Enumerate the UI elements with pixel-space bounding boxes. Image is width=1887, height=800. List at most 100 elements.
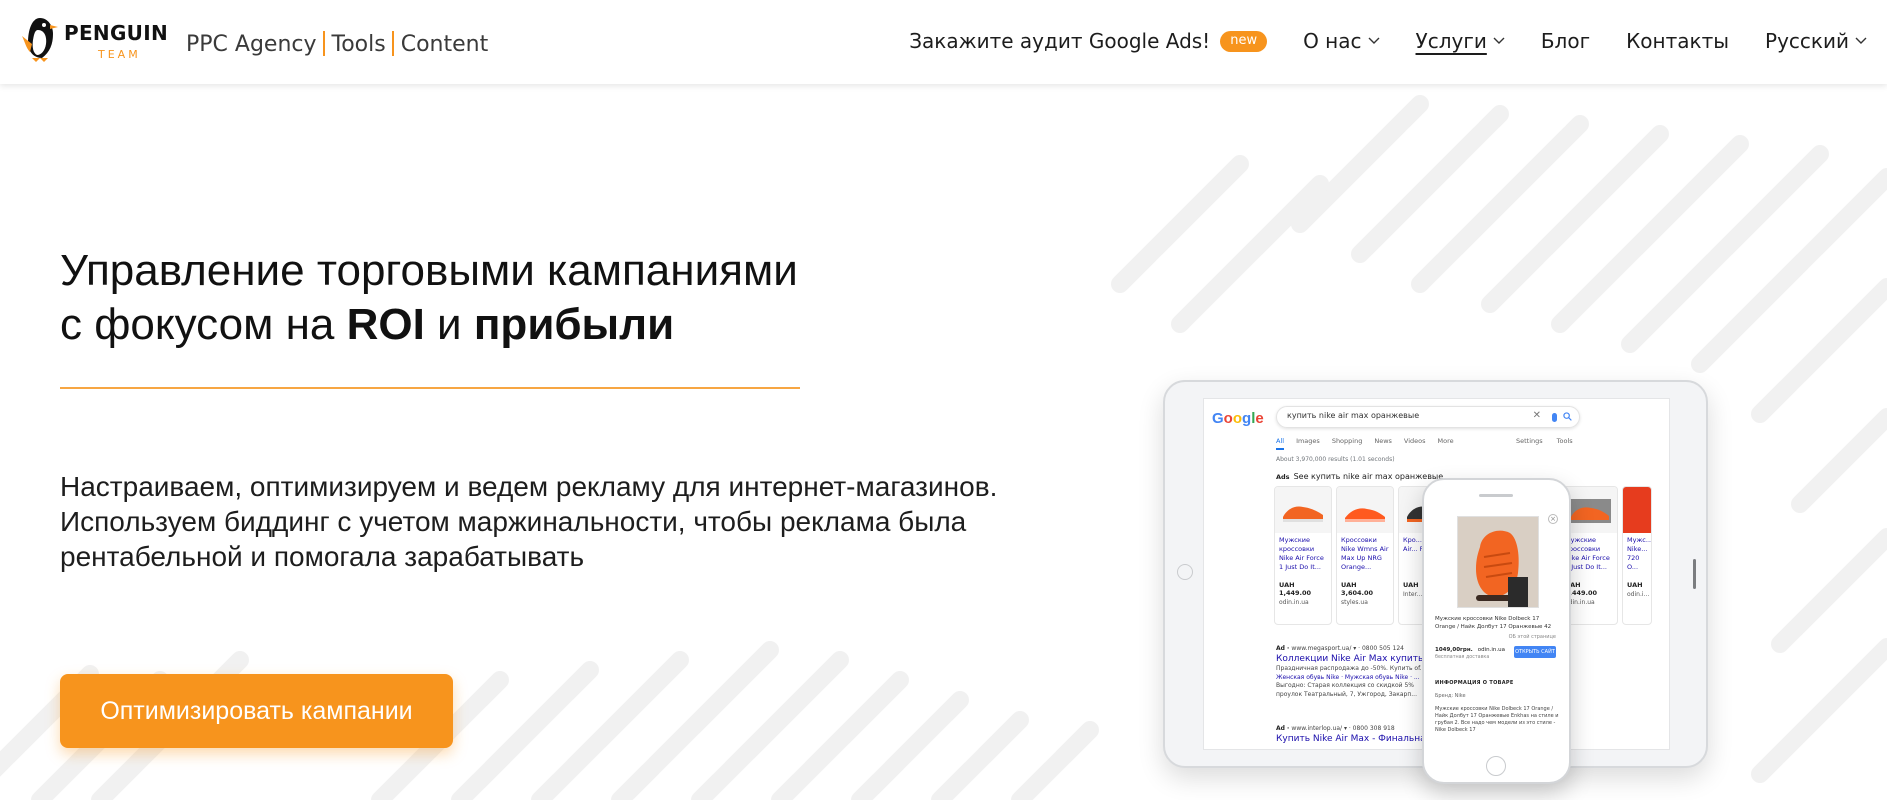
ad-phone: 0800 505 124: [1361, 645, 1404, 652]
product-title: Кроссовки Nike Wmns Air Max Up NRG Orang…: [1341, 536, 1389, 571]
nav-about[interactable]: О нас: [1303, 29, 1380, 53]
google-search-query: купить nike air max оранжевые: [1287, 411, 1420, 420]
hero-title-line1: Управление торговыми кампаниями: [60, 246, 798, 295]
product-detail-card: × Мужские кроссовки Nike Dolbeck 17 Oran…: [1433, 504, 1560, 674]
phone-price: 1049,00грн.: [1435, 647, 1473, 653]
search-icon: [1563, 412, 1572, 421]
product-title: Мужс... Nike... 720 O...: [1627, 536, 1651, 571]
hero-desc-line3: рентабельной и помогала зарабатывать: [60, 541, 585, 572]
phone-home-button: [1486, 756, 1506, 776]
hero-title-mid: и: [424, 300, 474, 349]
nav-services[interactable]: Услуги: [1416, 29, 1505, 53]
phone-product-info: ИНФОРМАЦИЯ О ТОВАРЕ Бренд: Nike Мужские …: [1435, 680, 1561, 734]
google-tab: More: [1437, 437, 1454, 445]
tablet-side-button: [1693, 559, 1696, 589]
product-image: [1275, 487, 1331, 533]
sneaker-icon: [1567, 499, 1611, 523]
site-header: PENGUIN TEAM PPC Agency Tools Content Зака…: [0, 0, 1887, 84]
product-card: Мужские кроссовки Nike Air Force 1 Just …: [1274, 486, 1332, 625]
ad-url: www.interlop.ua/: [1291, 725, 1343, 732]
google-tab: Videos: [1403, 437, 1426, 445]
orange-sneaker-icon: [1458, 517, 1538, 607]
hero-desc-line2: Используем биддинг с учетом маржинальнос…: [60, 506, 967, 537]
ad-phone: 0800 308 918: [1352, 725, 1395, 732]
nav-contacts[interactable]: Контакты: [1626, 29, 1729, 53]
hero-title: Управление торговыми кампаниями с фокусо…: [60, 244, 960, 352]
phone-mockup: × Мужские кроссовки Nike Dolbeck 17 Oran…: [1422, 478, 1571, 784]
google-results-count: About 3,970,000 results (1.01 seconds): [1276, 456, 1395, 463]
ads-label: Ads: [1276, 473, 1290, 481]
nav-blog-label: Блог: [1540, 29, 1591, 53]
product-shop: odin.i...: [1627, 591, 1650, 598]
language-label: Русский: [1765, 29, 1849, 53]
link-content[interactable]: Content: [401, 32, 489, 57]
nav-blog[interactable]: Блог: [1541, 29, 1590, 53]
link-separator: [322, 31, 325, 56]
penguin-team-logo[interactable]: PENGUIN TEAM: [20, 14, 172, 64]
phone-shop: odin.in.ua: [1477, 647, 1506, 653]
product-title: Мужские кроссовки Nike Air Force 1 Just …: [1279, 536, 1324, 571]
product-photo: [1457, 516, 1539, 608]
hero-divider: [60, 387, 800, 389]
phone-info-text: Мужские кроссовки Nike Dolbeck 17 Orange…: [1435, 706, 1559, 733]
google-tabs: All Images Shopping News Videos More: [1276, 437, 1466, 450]
nav-audit-label: Закажите аудит Google Ads!: [909, 29, 1211, 53]
clear-icon: ✕: [1532, 410, 1541, 421]
optimize-campaigns-button[interactable]: Оптимизировать кампании: [60, 674, 453, 748]
product-card: Кроссовки Nike Wmns Air Max Up NRG Orang…: [1336, 486, 1394, 625]
product-image: [1623, 487, 1651, 533]
google-search-box: купить nike air max оранжевые ✕: [1276, 406, 1580, 428]
product-shop: styles.ua: [1341, 599, 1368, 606]
hero-title-line2-prefix: с фокусом на: [60, 300, 347, 349]
chevron-down-icon: [1855, 37, 1867, 44]
product-image: [1337, 487, 1393, 533]
chevron-down-icon: [1368, 37, 1380, 44]
phone-about-page: ОБ этой странице: [1508, 634, 1556, 640]
phone-speaker: [1479, 494, 1513, 497]
hero-desc-line1: Настраиваем, оптимизируем и ведем реклам…: [60, 471, 998, 502]
language-selector[interactable]: Русский: [1765, 29, 1867, 53]
link-ppc-agency[interactable]: PPC Agency: [186, 32, 317, 57]
tablet-home-button: [1177, 564, 1193, 580]
hero-description: Настраиваем, оптимизируем и ведем реклам…: [60, 469, 1110, 574]
new-badge: new: [1220, 30, 1268, 52]
link-separator: [391, 31, 394, 56]
phone-info-brand: Бренд: Nike: [1435, 693, 1466, 699]
nav-services-label: Услуги: [1415, 29, 1487, 53]
hero-title-profit: прибыли: [473, 300, 675, 349]
link-tools[interactable]: Tools: [332, 32, 386, 57]
penguin-logo-icon: [22, 18, 58, 62]
phone-price-note: бесплатная доставка: [1435, 655, 1490, 660]
product-price: UAH: [1627, 581, 1643, 589]
phone-info-heading: ИНФОРМАЦИЯ О ТОВАРЕ: [1435, 680, 1514, 686]
microphone-icon: [1552, 413, 1557, 422]
google-tab: Images: [1296, 437, 1320, 445]
nav-about-label: О нас: [1303, 29, 1362, 53]
google-tab-tools: Tools: [1556, 437, 1573, 445]
phone-open-site-button: ОТКРЫТЬ САЙТ: [1514, 646, 1556, 658]
main-nav: Закажите аудит Google Ads! new О нас Усл…: [909, 29, 1867, 53]
product-price: UAH 1,449.00: [1279, 581, 1312, 597]
product-card: Мужс... Nike... 720 O... UAH odin.i...: [1622, 486, 1652, 625]
logo-wordmark-top: PENGUIN: [64, 21, 168, 45]
nav-audit[interactable]: Закажите аудит Google Ads! new: [909, 29, 1268, 53]
google-tab: News: [1374, 437, 1392, 445]
sneaker-icon: [1345, 508, 1385, 522]
close-icon: ×: [1548, 514, 1558, 524]
phone-product-title: Мужские кроссовки Nike Dolbeck 17 Orange…: [1435, 616, 1552, 630]
google-tabs-right: Settings Tools: [1516, 437, 1587, 445]
google-tab: All: [1276, 437, 1285, 450]
ad-url: www.megasport.ua/: [1291, 645, 1352, 652]
google-tab-settings: Settings: [1516, 437, 1543, 445]
google-tab: Shopping: [1331, 437, 1363, 445]
google-logo: Google: [1212, 410, 1264, 427]
product-shop: odin.in.ua: [1279, 599, 1309, 606]
nav-contacts-label: Контакты: [1626, 29, 1730, 53]
sneaker-icon: [1283, 506, 1323, 522]
hero-title-roi: ROI: [346, 300, 425, 349]
logo-wordmark-bottom: TEAM: [98, 48, 141, 61]
phone-price-line: 1049,00грн. odin.in.ua: [1435, 647, 1505, 653]
ads-heading-text: See купить nike air max оранжевые: [1293, 472, 1444, 481]
top-links: PPC Agency Tools Content: [186, 31, 488, 57]
google-ads-heading: Ads See купить nike air max оранжевые: [1276, 472, 1443, 481]
